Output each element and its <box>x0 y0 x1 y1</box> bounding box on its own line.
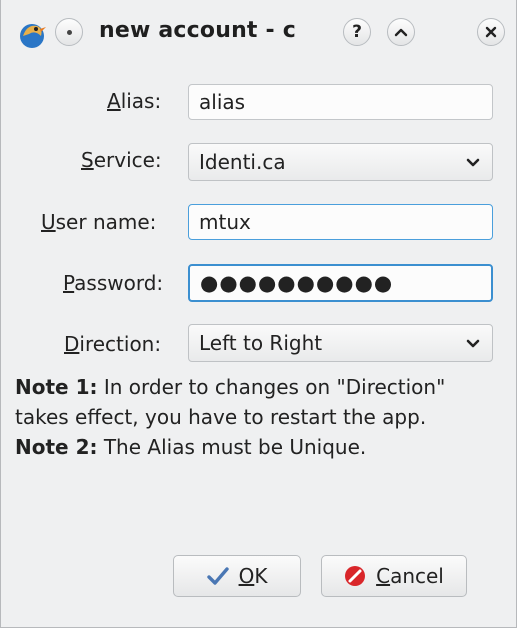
close-button[interactable] <box>477 18 505 46</box>
help-icon: ? <box>352 22 362 42</box>
service-value: Identi.ca <box>199 150 286 174</box>
ok-label: OK <box>238 564 268 588</box>
checkmark-icon <box>206 567 229 585</box>
shade-button[interactable] <box>387 18 415 46</box>
chevron-down-icon <box>466 158 480 167</box>
app-icon[interactable] <box>15 16 49 50</box>
window-menu-icon <box>66 29 72 35</box>
chevron-down-icon <box>466 339 480 348</box>
window-title: new account - c <box>99 18 296 43</box>
close-icon <box>485 26 497 38</box>
username-input[interactable]: mtux <box>188 204 493 240</box>
cancel-icon <box>345 566 366 586</box>
cancel-button[interactable]: Cancel <box>321 555 467 597</box>
password-input[interactable]: ●●●●●●●●●● <box>188 264 493 302</box>
help-button[interactable]: ? <box>343 18 371 46</box>
alias-label: Alias: <box>107 89 162 113</box>
ok-button[interactable]: OK <box>173 555 301 597</box>
service-label: Service: <box>81 148 162 172</box>
dialog-window: new account - c ? Alias: alias Service: … <box>0 0 517 628</box>
password-value: ●●●●●●●●●● <box>200 271 394 295</box>
window-menu-button[interactable] <box>55 18 83 46</box>
cancel-label: Cancel <box>376 564 444 588</box>
notes-text: Note 1: In order to changes on "Directio… <box>15 372 505 462</box>
username-label: User name: <box>41 210 157 234</box>
alias-input[interactable]: alias <box>188 84 493 120</box>
note-1: Note 1: In order to changes on "Directio… <box>15 375 446 429</box>
password-label: Password: <box>63 271 164 295</box>
title-bar[interactable]: new account - c ? <box>1 0 516 64</box>
service-select[interactable]: Identi.ca <box>188 143 493 181</box>
note-2: Note 2: The Alias must be Unique. <box>15 435 367 459</box>
direction-select[interactable]: Left to Right <box>188 324 493 362</box>
username-value: mtux <box>199 210 251 234</box>
direction-label: Direction: <box>64 332 162 356</box>
direction-value: Left to Right <box>199 331 323 355</box>
alias-value: alias <box>199 90 246 114</box>
shade-icon <box>394 28 408 37</box>
